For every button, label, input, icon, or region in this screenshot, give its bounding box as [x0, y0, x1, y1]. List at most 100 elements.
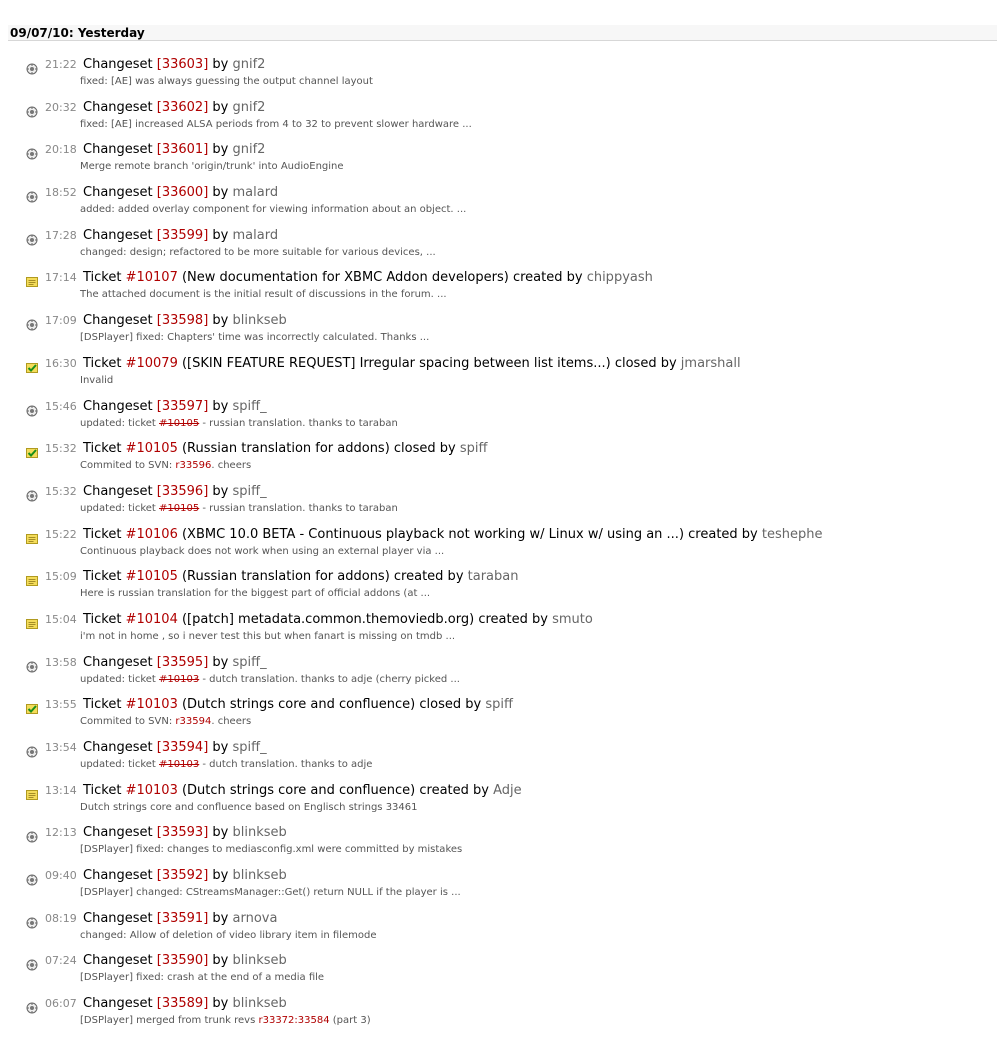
changeset-link[interactable]: [33599]	[157, 228, 209, 243]
message-text: - russian translation. thanks to taraban	[199, 417, 398, 429]
event-time: 13:55	[45, 698, 77, 712]
event-title: Ticket #10079 ([SKIN FEATURE REQUEST] Ir…	[83, 355, 741, 372]
ticket-entry: 17:14 Ticket #10107 (New documentation fo…	[0, 269, 1008, 312]
author-link[interactable]: jmarshall	[681, 356, 741, 371]
message-text: [DSPlayer] changed: CStreamsManager::Get…	[80, 887, 461, 899]
event-summary: by	[208, 142, 233, 158]
closed-ticket-link[interactable]: #10105	[159, 418, 199, 429]
author-link[interactable]: smuto	[552, 612, 593, 627]
changeset-link[interactable]: [33592]	[157, 868, 209, 883]
revision-link[interactable]: r33596	[175, 460, 211, 471]
event-summary: by	[208, 996, 233, 1012]
event-title: Changeset [33600] by malard	[83, 184, 278, 201]
event-title: Changeset [33601] by gnif2	[83, 141, 265, 158]
ticket-link[interactable]: #10103	[126, 783, 178, 798]
changeset-link[interactable]: [33595]	[157, 655, 209, 670]
author-link[interactable]: gnif2	[233, 100, 266, 115]
author-link[interactable]: spiff_	[233, 740, 267, 755]
ticket-link[interactable]: #10106	[126, 527, 178, 542]
author-link[interactable]: teshephe	[762, 527, 823, 542]
event-time: 06:07	[45, 997, 77, 1011]
closed-ticket-link[interactable]: #10105	[159, 503, 199, 514]
ticket-entry: 16:30 Ticket #10079 ([SKIN FEATURE REQUES…	[0, 355, 1008, 398]
event-kind-label: Ticket	[83, 782, 126, 798]
changeset-icon	[26, 914, 38, 929]
author-link[interactable]: chippyash	[587, 270, 653, 285]
message-text: [DSPlayer] fixed: Chapters' time was inc…	[80, 332, 430, 344]
changeset-entry: 13:58 Changeset [33595] by spiff_ updated:…	[0, 654, 1008, 697]
changeset-link[interactable]: [33597]	[157, 399, 209, 414]
changeset-link[interactable]: [33589]	[157, 996, 209, 1011]
changeset-link[interactable]: [33603]	[157, 57, 209, 72]
author-link[interactable]: spiff	[460, 441, 488, 456]
changeset-link[interactable]: [33594]	[157, 740, 209, 755]
author-link[interactable]: blinkseb	[233, 825, 287, 840]
closed-ticket-link[interactable]: #10103	[159, 674, 199, 685]
event-time: 17:14	[45, 271, 77, 285]
closed-ticket-link[interactable]: #10103	[159, 759, 199, 770]
event-time: 17:28	[45, 228, 77, 242]
revision-link[interactable]: r33594	[175, 716, 211, 727]
author-link[interactable]: malard	[233, 185, 279, 200]
changeset-link[interactable]: [33598]	[157, 313, 209, 328]
event-time: 12:13	[45, 826, 77, 840]
event-kind-label: Changeset	[83, 910, 157, 926]
event-message: [DSPlayer] fixed: crash at the end of a …	[80, 971, 324, 984]
event-summary: by	[208, 483, 233, 499]
author-link[interactable]: spiff_	[233, 655, 267, 670]
event-summary: (New documentation for XBMC Addon develo…	[177, 270, 587, 286]
event-summary: (Dutch strings core and confluence) clos…	[177, 697, 486, 713]
ticket-link[interactable]: #10104	[126, 612, 178, 627]
changeset-entry: 20:32 Changeset [33602] by gnif2 fixed: [A…	[0, 99, 1008, 142]
closed-ticket-icon	[26, 444, 38, 459]
ticket-entry: 13:14 Ticket #10103 (Dutch strings core a…	[0, 782, 1008, 825]
event-time: 13:58	[45, 655, 77, 669]
changeset-entry: 07:24 Changeset [33590] by blinkseb [DSPla…	[0, 952, 1008, 995]
ticket-link[interactable]: #10105	[126, 569, 178, 584]
message-text: Commited to SVN:	[80, 460, 176, 472]
changeset-link[interactable]: [33590]	[157, 953, 209, 968]
event-title: Changeset [33590] by blinkseb	[83, 952, 287, 969]
author-link[interactable]: arnova	[233, 911, 278, 926]
new-ticket-icon	[26, 530, 38, 544]
changeset-link[interactable]: [33601]	[157, 142, 209, 157]
changeset-link[interactable]: [33593]	[157, 825, 209, 840]
event-summary: (XBMC 10.0 BETA - Continuous playback no…	[177, 526, 762, 542]
author-link[interactable]: blinkseb	[233, 953, 287, 968]
changeset-link[interactable]: [33591]	[157, 911, 209, 926]
event-message: Commited to SVN: r33596. cheers	[80, 459, 251, 472]
author-link[interactable]: spiff	[485, 697, 513, 712]
author-link[interactable]: spiff_	[233, 399, 267, 414]
ticket-link[interactable]: #10103	[126, 697, 178, 712]
event-title: Changeset [33594] by spiff_	[83, 739, 267, 756]
event-summary: by	[208, 953, 233, 969]
changeset-link[interactable]: [33602]	[157, 100, 209, 115]
event-message: changed: design; refactored to be more s…	[80, 246, 436, 259]
closed-ticket-icon	[26, 700, 38, 715]
message-text: updated: ticket	[80, 759, 160, 770]
author-link[interactable]: Adje	[493, 783, 522, 798]
ticket-link[interactable]: #10105	[126, 441, 178, 456]
author-link[interactable]: malard	[233, 228, 279, 243]
event-kind-label: Changeset	[83, 825, 157, 841]
author-link[interactable]: gnif2	[233, 142, 266, 157]
event-summary: by	[208, 398, 233, 414]
ticket-link[interactable]: #10079	[126, 356, 178, 371]
author-link[interactable]: gnif2	[233, 57, 266, 72]
author-link[interactable]: spiff_	[233, 484, 267, 499]
ticket-link[interactable]: #10107	[126, 270, 178, 285]
author-link[interactable]: taraban	[468, 569, 519, 584]
changeset-entry: 13:54 Changeset [33594] by spiff_ updated:…	[0, 739, 1008, 782]
author-link[interactable]: blinkseb	[233, 996, 287, 1011]
author-link[interactable]: blinkseb	[233, 868, 287, 883]
changeset-entry: 15:32 Changeset [33596] by spiff_ updated:…	[0, 483, 1008, 526]
changeset-entry: 18:52 Changeset [33600] by malard added: a…	[0, 184, 1008, 227]
changeset-link[interactable]: [33596]	[157, 484, 209, 499]
author-link[interactable]: blinkseb	[233, 313, 287, 328]
changeset-icon	[26, 188, 38, 203]
event-title: Changeset [33597] by spiff_	[83, 398, 267, 415]
event-summary: (Russian translation for addons) created…	[177, 569, 468, 585]
revision-link[interactable]: r33372:33584	[258, 1015, 329, 1026]
changeset-link[interactable]: [33600]	[157, 185, 209, 200]
event-time: 09:40	[45, 869, 77, 883]
